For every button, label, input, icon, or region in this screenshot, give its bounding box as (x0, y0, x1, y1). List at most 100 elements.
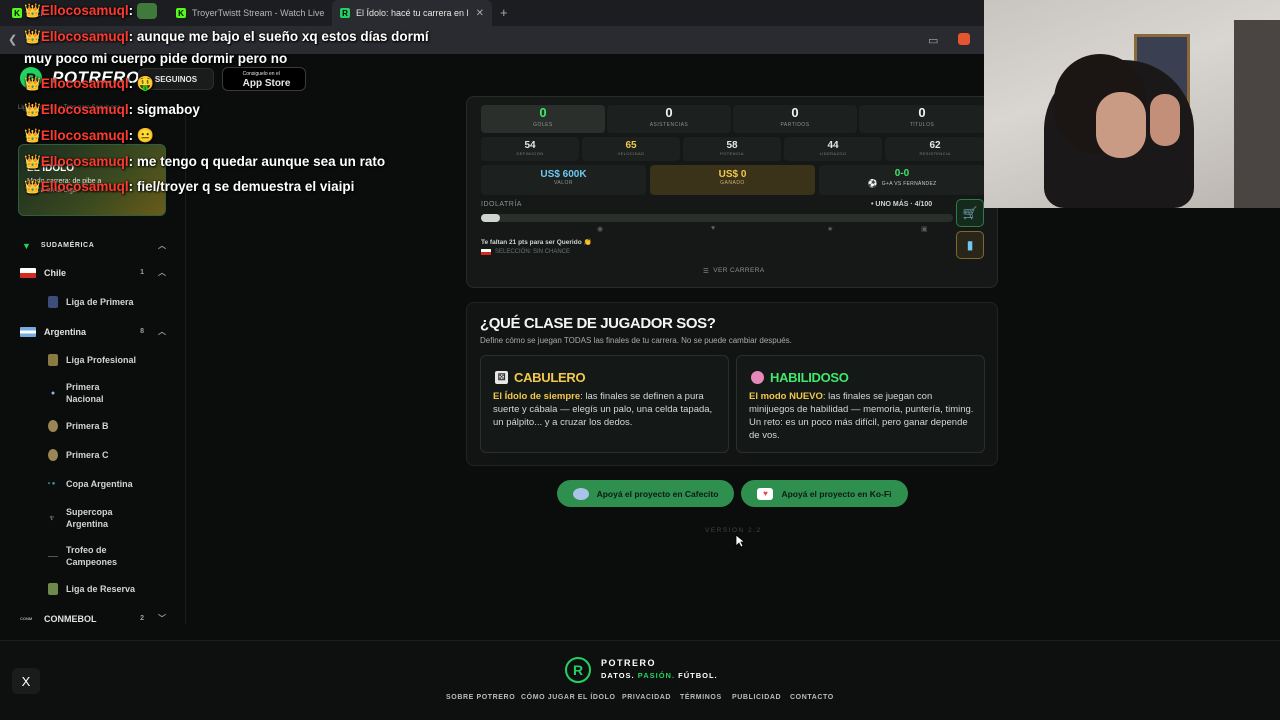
sidebar-item-liga-de-primera[interactable]: Liga de Primera (48, 296, 134, 308)
trophy-icon: ♆ (48, 512, 56, 524)
dice-icon: ⚄ (495, 371, 508, 384)
sidebar-item-primera-nacional[interactable]: ● Primera Nacional (48, 381, 122, 405)
close-tab-icon[interactable]: ✕ (476, 8, 484, 19)
sidebar-item-trofeo-de-campeones[interactable]: — Trofeo de Campeones (48, 544, 128, 568)
footer-link-sobre[interactable]: SOBRE POTRERO (446, 694, 515, 701)
sidebar-item-primera-c[interactable]: Primera C (48, 449, 109, 461)
emoji-icon: 🤑 (136, 75, 155, 91)
kofi-button[interactable]: ♥ Apoyá el proyecto en Ko-Fi (741, 480, 908, 507)
conmebol-logo-icon: CONM (20, 616, 33, 621)
chat-message: 👑Ellocosamuql: sigmaboy (24, 102, 200, 117)
browser-tab-active[interactable]: REl Ídolo: hacé tu carrera en la Liga✕ (332, 0, 492, 26)
idolatria-progress-fill (481, 214, 500, 222)
reader-icon[interactable]: ▭ (928, 34, 938, 47)
idolatria-status: • UNO MÁS · 4/100 (871, 201, 933, 208)
crown-icon: 👑 (24, 102, 41, 117)
attr-definicion: 54 DEFINICIÓN (481, 137, 579, 161)
trophy-icon: — (48, 550, 58, 562)
sidebar-item-liga-de-reserva[interactable]: Liga de Reserva (48, 583, 135, 595)
sidebar-item-copa-argentina[interactable]: • ● Copa Argentina (48, 478, 133, 490)
idolatria-progress-track (481, 214, 953, 222)
potrero-favicon: R (340, 8, 350, 18)
league-logo-icon (48, 583, 58, 595)
ball-icon: ⚽ (867, 179, 878, 188)
chat-message: 👑Ellocosamuql: fiel/troyer q se demuestr… (24, 179, 355, 194)
sidebar-item-supercopa-argentina[interactable]: ♆ Supercopa Argentina (48, 506, 126, 530)
chevron-up-icon: ︿ (158, 241, 166, 250)
kick-icon: K (12, 8, 22, 18)
brave-shield-icon[interactable] (958, 33, 970, 45)
player-type-section: ¿QUÉ CLASE DE JUGADOR SOS? Define cómo s… (466, 302, 998, 466)
brain-icon (751, 371, 764, 384)
sidebar-country-argentina[interactable]: Argentina 8 ︿ (20, 326, 166, 337)
sidebar-region-conmebol[interactable]: CONM CONMEBOL 2 ﹀ (20, 613, 166, 624)
browser-tab[interactable]: KTroyerTwistt Stream - Watch Live on Kic… (168, 0, 326, 26)
footer-link-terminos[interactable]: TÉRMINOS (680, 694, 722, 701)
footer-link-como-jugar[interactable]: CÓMO JUGAR EL ÍDOLO (521, 694, 616, 701)
version-label: VERSION 2.2 (705, 527, 762, 534)
cart-icon[interactable]: 🛒 (956, 199, 984, 227)
footer: R POTRERO DATOS. PASIÓN. FÚTBOL. SOBRE P… (0, 640, 1280, 720)
view-career-button[interactable]: ☰ VER CARRERA (703, 267, 765, 275)
stat-goles: 0 GOLES (481, 105, 605, 133)
league-logo-icon: • ● (48, 481, 56, 487)
streamer-face (1096, 92, 1146, 158)
player-card: 0 GOLES 0 ASISTENCIAS 0 PARTIDOS 0 TÍTUL… (466, 96, 998, 288)
crown-icon: 👑 (24, 128, 41, 143)
chat-message-continuation: muy poco mi cuerpo pide dormir pero no (24, 51, 288, 66)
option-cabulero[interactable]: ⚄ CABULERO El Ídolo de siempre: las fina… (480, 355, 729, 453)
webcam-feed (984, 0, 1280, 208)
sidebar-region-sudamerica[interactable]: ▼ SUDAMÉRICA ︿ (22, 240, 166, 251)
footer-link-privacidad[interactable]: PRIVACIDAD (622, 694, 671, 701)
potrero-logo-icon[interactable]: R (565, 657, 591, 683)
sidebar-country-chile[interactable]: Chile 1 ︿ (20, 267, 166, 278)
new-tab-button[interactable]: + (500, 5, 508, 20)
streamer-hand (1150, 94, 1180, 146)
card-icon[interactable]: ▮ (956, 231, 984, 259)
selection-status: SELECCIÓN: SIN CHANCE (481, 249, 570, 255)
league-logo-icon: ● (50, 389, 56, 397)
attr-liderazgo: 44 LIDERAZGO (784, 137, 882, 161)
cafecito-icon (572, 487, 589, 500)
sidebar-item-liga-profesional[interactable]: Liga Profesional (48, 354, 136, 366)
stat-asistencias: 0 ASISTENCIAS (607, 105, 731, 133)
crown-icon: 👑 (24, 179, 41, 194)
footer-tagline: DATOS. PASIÓN. FÚTBOL. (601, 671, 718, 680)
chat-message: 👑Ellocosamuql: me tengo q quedar aunque … (24, 154, 386, 169)
cafecito-button[interactable]: Apoyá el proyecto en Cafecito (557, 480, 734, 507)
pepe-emote-icon (136, 3, 157, 20)
emoji-icon: 😐 (136, 127, 155, 143)
rival-record: 0-0 ⚽ G+A VS FERNÁNDEZ (819, 165, 985, 195)
attr-velocidad: 65 VELOCIDAD (582, 137, 680, 161)
stat-partidos: 0 PARTIDOS (733, 105, 857, 133)
x-social-icon[interactable]: X (12, 668, 40, 694)
section-title: ¿QUÉ CLASE DE JUGADOR SOS? (480, 315, 716, 332)
footer-brand: POTRERO (601, 658, 657, 668)
milestone-icon: ◉ (597, 226, 604, 233)
league-logo-icon (48, 420, 58, 432)
footer-link-publicidad[interactable]: PUBLICIDAD (732, 694, 781, 701)
back-icon[interactable]: ❮ (8, 33, 17, 46)
background-door (1234, 20, 1280, 208)
crown-icon: 👑 (24, 154, 41, 169)
list-icon: ☰ (703, 268, 710, 275)
option-habilidoso[interactable]: HABILIDOSO El modo NUEVO: las finales se… (736, 355, 985, 453)
chat-message: 👑Ellocosamuql: 🤑 (24, 75, 155, 91)
chat-message: 👑Ellocosamuql: aunque me bajo el sueño x… (24, 29, 429, 44)
mouse-cursor-icon (735, 534, 745, 548)
chile-flag-icon (481, 249, 491, 255)
chevron-up-icon: ︿ (158, 327, 166, 336)
app-store-button[interactable]: Consiguelo en el App Store (222, 67, 306, 91)
sidebar-item-primera-b[interactable]: Primera B (48, 420, 109, 432)
league-logo-icon (48, 296, 58, 308)
chevron-up-icon: ︿ (158, 268, 166, 277)
attr-potencia: 58 POTENCIA (683, 137, 781, 161)
stat-titulos: 0 TÍTULOS (859, 105, 985, 133)
argentina-flag-icon (20, 326, 36, 337)
league-logo-icon (48, 449, 58, 461)
idolatria-hint: Te faltan 21 pts para ser Querido 👏 (481, 239, 592, 246)
attr-resistencia: 62 RESISTENCIA (885, 137, 985, 161)
chat-message: 👑Ellocosamuql: 😐 (24, 127, 155, 143)
heart-icon: ♥ (711, 225, 716, 232)
footer-link-contacto[interactable]: CONTACTO (790, 694, 834, 701)
